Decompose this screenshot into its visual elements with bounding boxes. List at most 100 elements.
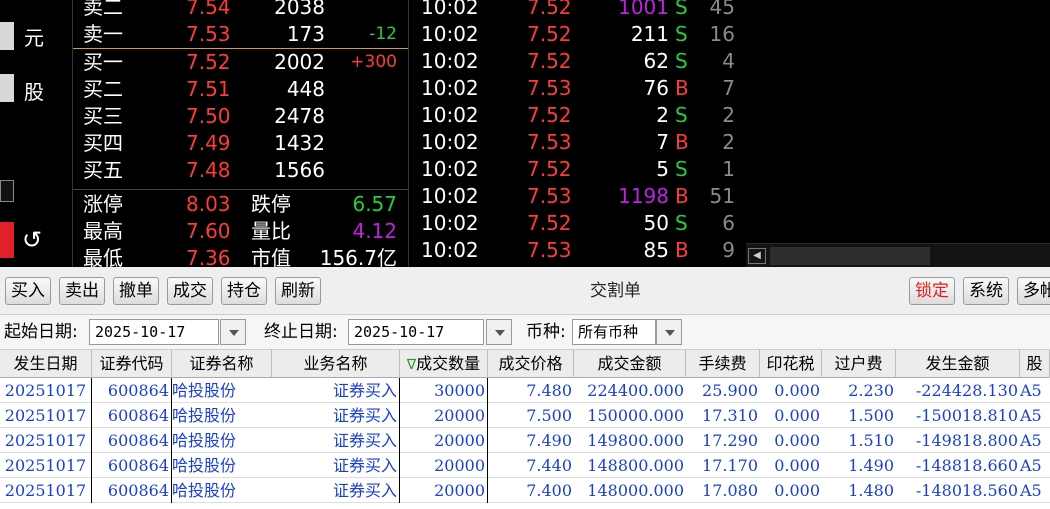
cancel-order-button[interactable]: 撤单 bbox=[113, 277, 159, 305]
tick-count: 1 bbox=[722, 157, 735, 181]
level-name: 买一 bbox=[83, 50, 123, 74]
column-header[interactable]: 成交价格 bbox=[488, 350, 574, 378]
table-row[interactable]: 20251017 600864 哈投股份 证券买入 30000 7.480 224400.0… bbox=[0, 378, 1050, 403]
column-header[interactable]: 印花税 bbox=[760, 350, 822, 378]
start-date-dropdown-icon[interactable] bbox=[220, 319, 246, 345]
table-cell: 17.170 bbox=[702, 456, 758, 475]
table-cell: 149800.000 bbox=[587, 431, 684, 450]
tick-time: 10:02 bbox=[421, 238, 479, 262]
column-header[interactable]: 证券名称 bbox=[172, 350, 272, 378]
undo-icon[interactable]: ↺ bbox=[22, 226, 42, 254]
currency-select[interactable]: 所有币种 bbox=[572, 319, 656, 345]
stat-label: 最高 bbox=[83, 219, 123, 243]
column-header[interactable]: 手续费 bbox=[686, 350, 760, 378]
system-button[interactable]: 系统 bbox=[963, 277, 1009, 305]
scrollbar-thumb[interactable] bbox=[770, 247, 930, 265]
order-level-row[interactable]: 卖二 7.54 2038 bbox=[73, 0, 409, 21]
table-cell: 20251017 bbox=[0, 428, 92, 453]
multi-account-button[interactable]: 多帐 bbox=[1017, 277, 1050, 305]
table-cell: 20000 bbox=[400, 453, 488, 478]
strip-red-marker[interactable] bbox=[0, 222, 14, 258]
column-header[interactable]: 证券代码 bbox=[92, 350, 172, 378]
tick-volume: 50 bbox=[643, 211, 669, 235]
start-date-input[interactable]: 2025-10-17 bbox=[89, 319, 219, 345]
column-header[interactable]: 发生日期 bbox=[0, 350, 92, 378]
table-cell: 1.480 bbox=[848, 481, 894, 500]
table-row[interactable]: 20251017 600864 哈投股份 证券买入 20000 7.440 148800.0… bbox=[0, 453, 1050, 478]
column-header[interactable]: 成交金额 bbox=[574, 350, 686, 378]
order-level-row[interactable]: 买二 7.51 448 bbox=[73, 76, 409, 103]
tick-row[interactable]: 10:02 7.52 211 S 16 bbox=[409, 21, 747, 48]
tick-row[interactable]: 10:02 7.53 7 B 2 bbox=[409, 129, 747, 156]
table-cell: 证券买入 bbox=[272, 453, 400, 478]
table-cell: A5 bbox=[1020, 456, 1042, 475]
table-cell: 600864 bbox=[92, 478, 172, 503]
table-cell: -148818.660 bbox=[915, 456, 1018, 475]
tick-row[interactable]: 10:02 7.53 85 B 9 bbox=[409, 237, 747, 264]
level-name: 卖一 bbox=[83, 22, 123, 46]
tick-row[interactable]: 10:02 7.53 1198 B 51 bbox=[409, 183, 747, 210]
level-volume: 1432 bbox=[274, 131, 325, 155]
level-volume: 173 bbox=[286, 22, 325, 46]
table-row[interactable]: 20251017 600864 哈投股份 证券买入 20000 7.500 150000.0… bbox=[0, 403, 1050, 428]
table-cell: 证券买入 bbox=[272, 378, 400, 403]
lock-button[interactable]: 锁定 bbox=[909, 277, 955, 305]
horizontal-scrollbar[interactable]: ◀ bbox=[746, 243, 1050, 267]
tick-row[interactable]: 10:02 7.53 76 B 7 bbox=[409, 75, 747, 102]
order-level-row[interactable]: 买一 7.52 2002 +300 bbox=[73, 49, 409, 76]
column-header[interactable]: 过户费 bbox=[822, 350, 896, 378]
table-cell: 17.310 bbox=[702, 406, 758, 425]
strip-button-yuan[interactable] bbox=[0, 22, 14, 50]
tick-row[interactable]: 10:02 7.52 1001 S 45 bbox=[409, 0, 747, 21]
table-cell: 224400.000 bbox=[587, 381, 684, 400]
tick-price: 7.52 bbox=[527, 22, 572, 46]
column-header[interactable]: ∇成交数量 bbox=[400, 350, 488, 378]
tick-row[interactable]: 10:02 7.52 50 S 6 bbox=[409, 210, 747, 237]
table-cell: 30000 bbox=[400, 378, 488, 403]
column-header[interactable]: 发生金额 bbox=[896, 350, 1020, 378]
strip-button-shares[interactable] bbox=[0, 74, 14, 102]
deals-button[interactable]: 成交 bbox=[167, 277, 213, 305]
order-level-row[interactable]: 买四 7.49 1432 bbox=[73, 130, 409, 157]
tick-time: 10:02 bbox=[421, 76, 479, 100]
tick-time: 10:02 bbox=[421, 49, 479, 73]
window-title: 交割单 bbox=[590, 281, 641, 301]
tick-time: 10:02 bbox=[421, 211, 479, 235]
scroll-left-icon[interactable]: ◀ bbox=[748, 248, 766, 264]
end-date-dropdown-icon[interactable] bbox=[486, 319, 512, 345]
level-volume: 2038 bbox=[274, 0, 325, 19]
currency-dropdown-icon[interactable] bbox=[656, 319, 682, 345]
refresh-button[interactable]: 刷新 bbox=[275, 277, 321, 305]
table-cell: A5 bbox=[1020, 481, 1042, 500]
positions-button[interactable]: 持仓 bbox=[221, 277, 267, 305]
table-cell: 哈投股份 bbox=[172, 431, 237, 450]
tick-count: 2 bbox=[722, 103, 735, 127]
table-row[interactable]: 20251017 600864 哈投股份 证券买入 20000 7.400 148000.0… bbox=[0, 478, 1050, 503]
tick-count: 6 bbox=[722, 211, 735, 235]
buy-button[interactable]: 买入 bbox=[5, 277, 51, 305]
sort-icon[interactable]: ∇ bbox=[407, 357, 416, 373]
table-cell: 600864 bbox=[92, 428, 172, 453]
end-date-input[interactable]: 2025-10-17 bbox=[348, 319, 484, 345]
table-cell: 哈投股份 bbox=[172, 406, 237, 425]
level-name: 卖二 bbox=[83, 0, 123, 19]
tick-row[interactable]: 10:02 7.52 5 S 1 bbox=[409, 156, 747, 183]
table-cell: 7.480 bbox=[526, 381, 572, 400]
sell-button[interactable]: 卖出 bbox=[59, 277, 105, 305]
column-header[interactable]: 业务名称 bbox=[272, 350, 400, 378]
order-level-row[interactable]: 买五 7.48 1566 bbox=[73, 157, 409, 184]
order-level-row[interactable]: 卖一 7.53 173 -12 bbox=[73, 21, 409, 48]
column-header[interactable]: 股 bbox=[1020, 350, 1050, 378]
order-level-row[interactable]: 买三 7.50 2478 bbox=[73, 103, 409, 130]
quote-stat-row: 涨停 8.03 跌停 6.57 bbox=[73, 191, 409, 218]
strip-checkbox[interactable] bbox=[0, 180, 14, 202]
table-header: 发生日期 证券代码 证券名称 业务名称 ∇成交数量 成交价格 成交金额 手续费 印花税 过户费 发生… bbox=[0, 350, 1050, 378]
tick-side: S bbox=[675, 211, 688, 235]
stat-label: 量比 bbox=[251, 219, 291, 243]
tick-side: S bbox=[675, 49, 688, 73]
tick-row[interactable]: 10:02 7.52 62 S 4 bbox=[409, 48, 747, 75]
table-row[interactable]: 20251017 600864 哈投股份 证券买入 20000 7.490 149800.0… bbox=[0, 428, 1050, 453]
trade-toolbar: 买入 卖出 撤单 成交 持仓 刷新 交割单 锁定 系统 多帐 bbox=[0, 267, 1050, 315]
tick-row[interactable]: 10:02 7.52 2 S 2 bbox=[409, 102, 747, 129]
stat-label: 涨停 bbox=[83, 192, 123, 216]
